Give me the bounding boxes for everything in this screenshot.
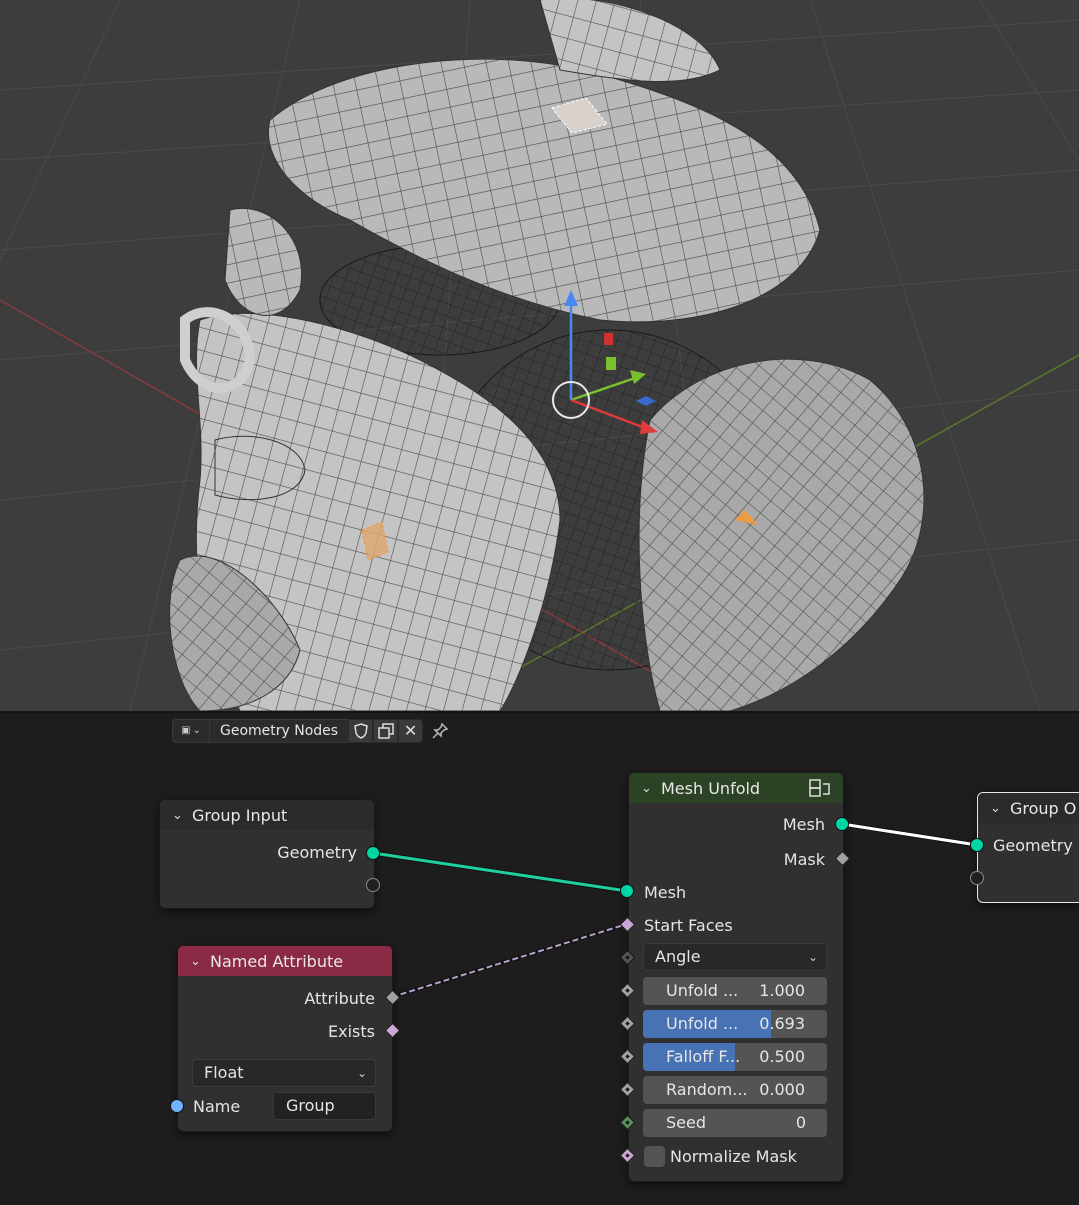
- node-group-icon[interactable]: [809, 778, 831, 802]
- field-label: Seed: [666, 1113, 706, 1132]
- duplicate-icon: [377, 722, 394, 739]
- node-title: Mesh Unfold: [661, 778, 761, 798]
- falloff-field[interactable]: Falloff F... 0.500: [643, 1043, 827, 1071]
- output-label-mesh: Mesh: [782, 815, 825, 834]
- node-title: Group Input: [192, 805, 288, 825]
- normalize-mask-checkbox[interactable]: [644, 1146, 665, 1167]
- named-attribute-node[interactable]: ⌄ Named Attribute Attribute Exists Float…: [177, 945, 393, 1132]
- input-socket-empty[interactable]: [970, 871, 984, 885]
- input-socket-mesh[interactable]: [620, 884, 634, 898]
- shield-icon: [353, 722, 368, 739]
- group-input-header[interactable]: ⌄ Group Input: [160, 800, 374, 830]
- collapse-chevron-icon[interactable]: ⌄: [190, 954, 202, 969]
- viewport-scene: [0, 0, 1079, 711]
- chevron-down-icon: ⌄: [807, 950, 818, 964]
- output-label-attribute: Attribute: [304, 989, 375, 1008]
- unfold-field-1[interactable]: Unfold ... 1.000: [643, 977, 827, 1005]
- output-socket-mesh[interactable]: [835, 817, 849, 831]
- field-value: 0.693: [759, 1014, 805, 1033]
- input-socket-name[interactable]: [170, 1099, 184, 1113]
- normalize-mask-label: Normalize Mask: [670, 1147, 797, 1166]
- mode-value: Angle: [655, 947, 701, 966]
- output-label-exists: Exists: [328, 1022, 375, 1041]
- 3d-viewport[interactable]: [0, 0, 1079, 711]
- input-label-name: Name: [193, 1097, 241, 1116]
- link-mesh-to-output: [841, 822, 978, 847]
- random-field[interactable]: Random... 0.000: [643, 1076, 827, 1104]
- output-label-geometry: Geometry: [277, 843, 357, 862]
- input-label-geometry: Geometry: [993, 836, 1073, 855]
- field-value: 0.000: [759, 1080, 805, 1099]
- mesh-unfold-node[interactable]: ⌄ Mesh Unfold Mesh Mask Mesh Start Faces…: [628, 772, 844, 1182]
- close-icon: ✕: [403, 721, 418, 740]
- group-output-header[interactable]: ⌄ Group O: [978, 793, 1079, 823]
- node-tree-header: ▣ ⌄ Geometry Nodes ✕: [172, 718, 449, 743]
- field-value: 0.500: [759, 1047, 805, 1066]
- field-label: Unfold ...: [666, 1014, 739, 1033]
- group-input-node[interactable]: ⌄ Group Input Geometry: [159, 799, 375, 909]
- named-attribute-header[interactable]: ⌄ Named Attribute: [178, 946, 392, 976]
- unlink-tree-button[interactable]: ✕: [398, 718, 424, 743]
- data-type-dropdown[interactable]: Float ⌄: [192, 1059, 376, 1087]
- pin-button[interactable]: [431, 722, 449, 740]
- node-editor[interactable]: ▣ ⌄ Geometry Nodes ✕ ⌄ Group Input Geomet…: [0, 713, 1079, 1205]
- input-label-mesh: Mesh: [644, 883, 687, 902]
- output-socket-geometry[interactable]: [366, 846, 380, 860]
- node-links: [372, 821, 978, 999]
- chevron-down-icon: ⌄: [356, 1066, 367, 1080]
- field-label: Random...: [666, 1080, 748, 1099]
- node-title: Group O: [1010, 798, 1077, 818]
- output-socket-empty[interactable]: [366, 878, 380, 892]
- mesh-right: [638, 358, 925, 711]
- fake-user-button[interactable]: [348, 718, 374, 743]
- output-label-mask: Mask: [783, 850, 825, 869]
- collapse-chevron-icon[interactable]: ⌄: [990, 801, 1002, 816]
- node-title: Named Attribute: [210, 951, 344, 971]
- field-label: Falloff F...: [666, 1047, 741, 1066]
- node-tree-name[interactable]: Geometry Nodes: [210, 718, 349, 743]
- mode-dropdown[interactable]: Angle ⌄: [643, 943, 827, 971]
- field-value: 0: [795, 1113, 806, 1132]
- name-input[interactable]: Group: [273, 1092, 376, 1120]
- mesh-unfold-header[interactable]: ⌄ Mesh Unfold: [629, 773, 843, 803]
- data-type-value: Float: [204, 1063, 244, 1082]
- input-socket-geometry[interactable]: [970, 838, 984, 852]
- node-tree-icon: ▣: [181, 725, 191, 736]
- node-tree-type-selector[interactable]: ▣ ⌄: [172, 718, 210, 743]
- field-value: 1.000: [759, 981, 805, 1000]
- duplicate-tree-button[interactable]: [373, 718, 399, 743]
- input-label-start-faces: Start Faces: [644, 916, 733, 935]
- group-output-node[interactable]: ⌄ Group O Geometry: [977, 792, 1079, 903]
- unfold-field-2[interactable]: Unfold ... 0.693: [643, 1010, 827, 1038]
- chevron-down-icon: ⌄: [192, 725, 201, 736]
- seed-field[interactable]: Seed 0: [643, 1109, 827, 1137]
- field-label: Unfold ...: [666, 981, 739, 1000]
- pin-icon: [432, 722, 449, 739]
- collapse-chevron-icon[interactable]: ⌄: [641, 781, 653, 796]
- link-geometry-to-mesh: [372, 851, 628, 893]
- collapse-chevron-icon[interactable]: ⌄: [172, 808, 184, 823]
